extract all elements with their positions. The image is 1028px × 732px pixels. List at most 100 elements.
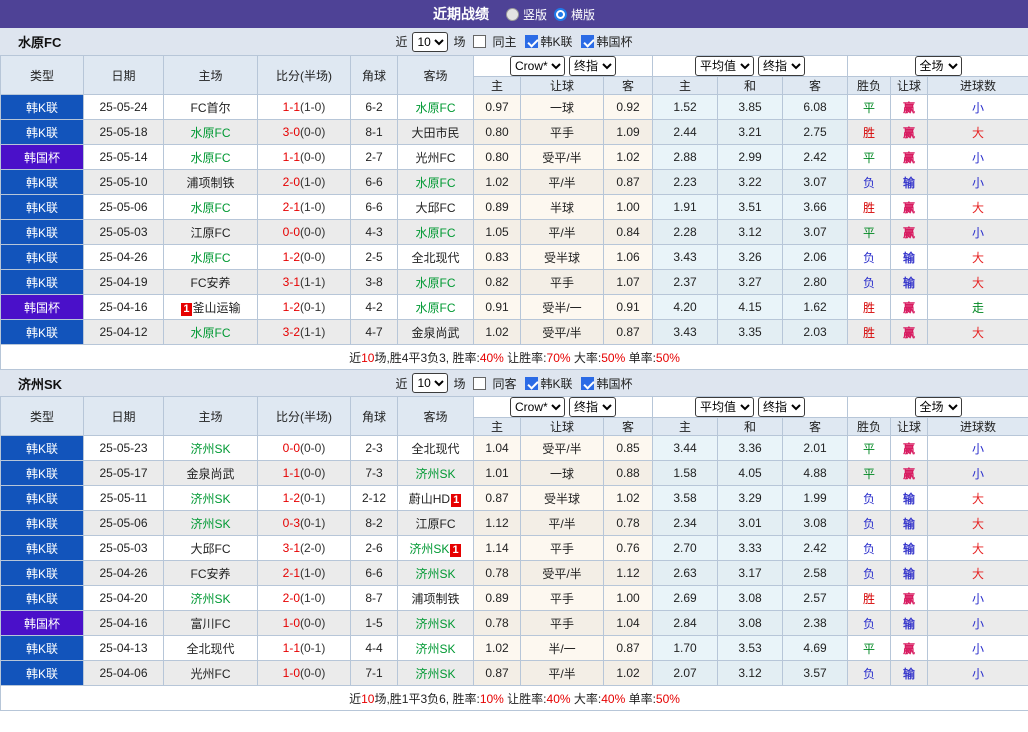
- summary-text: 近10场,胜4平3负3, 胜率:40% 让胜率:70% 大率:50% 单率:50…: [1, 345, 1028, 370]
- same-venue-checkbox[interactable]: [473, 377, 486, 390]
- average-select[interactable]: 平均值: [695, 56, 754, 76]
- result-handicap: 赢: [891, 586, 928, 611]
- away-team-cell: 济州SK: [398, 561, 474, 586]
- match-count-select[interactable]: 10: [412, 32, 448, 52]
- match-type-badge: 韩K联: [1, 461, 84, 486]
- result-outcome: 负: [848, 245, 891, 270]
- section-header-suwon: 水原FC 近 10 场 同主 韩K联 韩国杯: [0, 28, 1028, 55]
- avg-home-odds: 1.91: [653, 195, 718, 220]
- match-count-select[interactable]: 10: [412, 373, 448, 393]
- odds-stage-select[interactable]: 终指: [569, 56, 616, 76]
- col-score: 比分(半场): [258, 56, 351, 95]
- team-name: 金泉尚武: [411, 326, 459, 340]
- result-goals: 大: [928, 270, 1028, 295]
- corner-score: 8-7: [351, 586, 398, 611]
- summary-stat: 40%: [547, 692, 571, 706]
- home-odds: 1.01: [474, 461, 521, 486]
- away-odds: 0.87: [604, 170, 653, 195]
- away-odds: 0.88: [604, 461, 653, 486]
- league-checkbox[interactable]: [525, 35, 538, 48]
- score-cell: 1-1(0-1): [258, 636, 351, 661]
- half-time-score: (0-0): [300, 616, 325, 630]
- team-name: 大邱FC: [191, 542, 231, 556]
- odds-stage-select[interactable]: 终指: [569, 397, 616, 417]
- result-handicap: 输: [891, 611, 928, 636]
- avg-away-odds: 3.57: [783, 661, 848, 686]
- team-name: 济州SK: [190, 517, 230, 531]
- league-label: 韩K联: [541, 33, 573, 50]
- team-name: 光州FC: [416, 151, 456, 165]
- home-team-cell: 光州FC: [164, 661, 258, 686]
- avg-away-odds: 3.66: [783, 195, 848, 220]
- handicap-line: 受平/半: [521, 561, 604, 586]
- layout-option-vertical[interactable]: 竖版: [506, 6, 547, 23]
- summary-row: 近10场,胜1平3负6, 胜率:10% 让胜率:40% 大率:40% 单率:50…: [1, 686, 1028, 711]
- avg-home-odds: 2.07: [653, 661, 718, 686]
- full-time-score: 1-2: [283, 300, 300, 314]
- scope-select[interactable]: 全场: [915, 397, 962, 417]
- radio-icon-horizontal[interactable]: [554, 8, 567, 21]
- result-outcome: 负: [848, 536, 891, 561]
- home-odds: 0.87: [474, 661, 521, 686]
- full-time-score: 2-0: [283, 591, 300, 605]
- match-type-badge: 韩K联: [1, 270, 84, 295]
- result-outcome: 平: [848, 220, 891, 245]
- average-stage-select[interactable]: 终指: [758, 397, 805, 417]
- cup-checkbox[interactable]: [581, 377, 594, 390]
- avg-draw-odds: 3.51: [718, 195, 783, 220]
- home-odds: 0.83: [474, 245, 521, 270]
- subcol-handicap: 让球: [521, 418, 604, 436]
- team-name: 水原FC: [416, 176, 456, 190]
- average-group-header: 平均值终指: [653, 56, 848, 77]
- recent-suffix-label: 场: [453, 33, 465, 50]
- half-time-score: (0-0): [300, 250, 325, 264]
- recent-suffix-label: 场: [453, 375, 465, 392]
- result-handicap: 输: [891, 486, 928, 511]
- avg-away-odds: 2.42: [783, 145, 848, 170]
- away-odds: 0.78: [604, 511, 653, 536]
- corner-score: 6-6: [351, 561, 398, 586]
- corner-score: 2-12: [351, 486, 398, 511]
- away-team-cell: 江原FC: [398, 511, 474, 536]
- score-cell: 1-0(0-0): [258, 611, 351, 636]
- bookmaker-select[interactable]: Crow*: [510, 397, 565, 417]
- team-name: FC安养: [191, 567, 231, 581]
- match-type-badge: 韩国杯: [1, 611, 84, 636]
- radio-icon-vertical[interactable]: [506, 8, 519, 21]
- home-team-cell: 金泉尚武: [164, 461, 258, 486]
- score-cell: 2-1(1-0): [258, 561, 351, 586]
- subcol-outcome: 胜负: [848, 77, 891, 95]
- subcol-avg-away: 客: [783, 418, 848, 436]
- result-handicap: 赢: [891, 120, 928, 145]
- away-team-cell: 蔚山HD1: [398, 486, 474, 511]
- full-time-score: 1-1: [283, 641, 300, 655]
- full-time-score: 1-2: [283, 250, 300, 264]
- avg-away-odds: 2.58: [783, 561, 848, 586]
- summary-label: 单率:: [625, 692, 656, 706]
- corner-score: 1-5: [351, 611, 398, 636]
- home-team-cell: 浦项制铁: [164, 170, 258, 195]
- match-date: 25-05-11: [84, 486, 164, 511]
- match-date: 25-05-10: [84, 170, 164, 195]
- home-odds: 1.12: [474, 511, 521, 536]
- bookmaker-select[interactable]: Crow*: [510, 56, 565, 76]
- result-goals: 小: [928, 220, 1028, 245]
- subcol-avg-home: 主: [653, 77, 718, 95]
- team-name: 江原FC: [191, 226, 231, 240]
- team-name: 水原FC: [191, 151, 231, 165]
- same-venue-checkbox[interactable]: [473, 35, 486, 48]
- team-name: 釜山运输: [193, 301, 241, 315]
- average-stage-select[interactable]: 终指: [758, 56, 805, 76]
- result-goals: 大: [928, 320, 1028, 345]
- avg-draw-odds: 3.35: [718, 320, 783, 345]
- league-checkbox[interactable]: [525, 377, 538, 390]
- average-select[interactable]: 平均值: [695, 397, 754, 417]
- avg-away-odds: 3.07: [783, 170, 848, 195]
- corner-score: 8-2: [351, 511, 398, 536]
- cup-checkbox[interactable]: [581, 35, 594, 48]
- layout-option-horizontal[interactable]: 横版: [554, 6, 595, 23]
- home-odds: 0.97: [474, 95, 521, 120]
- result-goals: 小: [928, 461, 1028, 486]
- subcol-avg-draw: 和: [718, 77, 783, 95]
- scope-select[interactable]: 全场: [915, 56, 962, 76]
